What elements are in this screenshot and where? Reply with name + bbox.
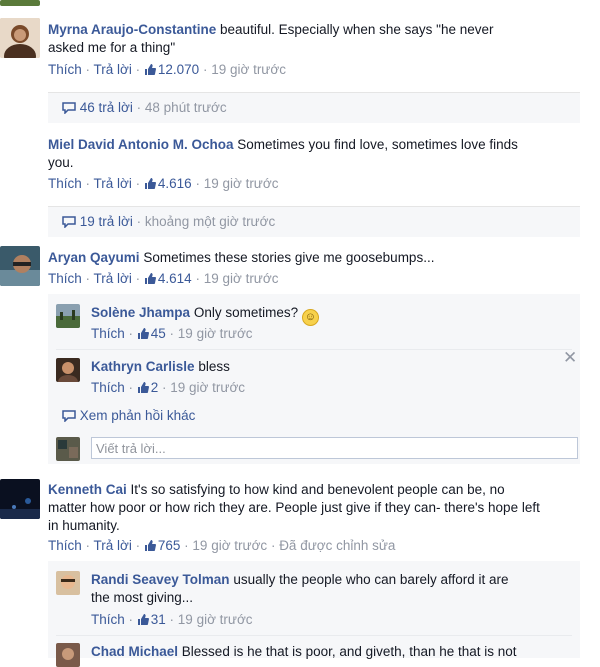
thumbs-up-icon (137, 614, 149, 625)
comment-time[interactable]: 19 giờ trước (192, 538, 267, 553)
avatar-photo-icon (56, 304, 80, 328)
comment-body: Aryan Qayumi Sometimes these stories giv… (48, 249, 568, 267)
reply-author[interactable]: Kathryn Carlisle (91, 359, 195, 374)
comment-actions: Thích · Trả lời · 12.070 · 19 giờ trước (48, 62, 286, 77)
replies-container: Solène Jhampa Only sometimes? ☺ Thích · … (48, 294, 580, 464)
reply-text: bless (198, 359, 230, 374)
avatar[interactable] (56, 571, 80, 595)
avatar-top-cropped (0, 0, 40, 6)
more-replies-link[interactable]: Xem phản hồi khác (62, 408, 195, 423)
reply-link[interactable]: Trả lời (94, 176, 132, 191)
thumbs-up-icon (144, 64, 156, 75)
edited-label[interactable]: Đã được chỉnh sửa (279, 538, 395, 553)
like-link[interactable]: Thích (91, 380, 125, 395)
reply-actions: Thích · 2 · 19 giờ trước (91, 380, 246, 395)
reply-arrow-icon (62, 102, 76, 114)
divider (56, 349, 572, 350)
smile-emoji-icon: ☺ (301, 309, 319, 326)
comment-author[interactable]: Miel David Antonio M. Ochoa (48, 137, 234, 152)
replies-count[interactable]: 19 trả lời (80, 214, 133, 229)
avatar-photo-icon (56, 571, 80, 595)
comment-author[interactable]: Aryan Qayumi (48, 250, 140, 265)
reply-time[interactable]: 19 giờ trước (170, 380, 245, 395)
avatar-photo-icon (56, 643, 80, 667)
avatar-photo-icon (0, 246, 40, 286)
reply-author[interactable]: Chad Michael (91, 644, 178, 659)
comment-actions: Thích · Trả lời · 4.614 · 19 giờ trước (48, 271, 279, 286)
reply-text: Blessed is he that is poor, and giveth, … (181, 644, 517, 659)
thumbs-up-icon (144, 178, 156, 189)
reply-text: usually the people who can barely afford… (233, 572, 509, 587)
view-replies-bar[interactable]: 46 trả lời · 48 phút trước (48, 92, 580, 123)
avatar[interactable] (56, 358, 80, 382)
reply-author[interactable]: Randi Seavey Tolman (91, 572, 230, 587)
comment-text-cont: asked me for a thing" (48, 40, 176, 55)
comment-text: Sometimes these stories give me goosebum… (143, 250, 435, 265)
reply-link[interactable]: Trả lời (94, 271, 132, 286)
reply-time[interactable]: 19 giờ trước (178, 326, 253, 341)
replies-time: 48 phút trước (144, 100, 227, 115)
comment-time[interactable]: 19 giờ trước (204, 176, 279, 191)
like-link[interactable]: Thích (91, 326, 125, 341)
reply-arrow-icon (62, 216, 76, 228)
divider (56, 635, 572, 636)
replies-container: Randi Seavey Tolman usually the people w… (48, 561, 580, 667)
comment-author[interactable]: Myrna Araujo-Constantine (48, 22, 216, 37)
comment-body: Myrna Araujo-Constantine beautiful. Espe… (48, 21, 568, 57)
like-count[interactable]: 2 (137, 380, 158, 395)
avatar[interactable] (0, 479, 40, 519)
comment-actions: Thích · Trả lời · 765 · 19 giờ trước · Đ… (48, 538, 396, 553)
like-count[interactable]: 765 (144, 538, 180, 553)
comment-author[interactable]: Kenneth Cai (48, 482, 127, 497)
reply-time[interactable]: 19 giờ trước (178, 612, 253, 627)
replies-count[interactable]: 46 trả lời (80, 100, 133, 115)
comment-text: beautiful. Especially when she says "he … (220, 22, 494, 37)
avatar[interactable] (56, 643, 80, 667)
like-link[interactable]: Thích (48, 176, 82, 191)
reply-arrow-icon (62, 410, 76, 422)
reply-actions: Thích · 45 · 19 giờ trước (91, 326, 253, 341)
comment-text-cont: you. (48, 155, 74, 170)
reply-text: Only sometimes? (193, 305, 299, 320)
thumbs-up-icon (144, 273, 156, 284)
comment-body: Kenneth Cai It's so satisfying to how ki… (48, 481, 588, 535)
avatar-photo-icon (0, 479, 40, 519)
comment-time[interactable]: 19 giờ trước (204, 271, 279, 286)
like-count[interactable]: 4.616 (144, 176, 192, 191)
comment-text: Sometimes you find love, sometimes love … (237, 137, 518, 152)
like-link[interactable]: Thích (48, 271, 82, 286)
like-count[interactable]: 12.070 (144, 62, 199, 77)
avatar[interactable] (0, 246, 40, 286)
like-count[interactable]: 4.614 (144, 271, 192, 286)
avatar-photo-icon (56, 437, 80, 461)
thumbs-up-icon (137, 382, 149, 393)
avatar[interactable] (56, 304, 80, 328)
comment-body: Miel David Antonio M. Ochoa Sometimes yo… (48, 136, 568, 172)
comment-actions: Thích · Trả lời · 4.616 · 19 giờ trước (48, 176, 279, 191)
reply-input[interactable]: Viết trả lời... (91, 437, 578, 459)
comment-text-cont: in humanity. (48, 518, 120, 533)
comment-text: It's so satisfying to how kind and benev… (130, 482, 505, 497)
close-icon[interactable]: ✕ (563, 349, 577, 366)
comment-text-cont: matter how poor or how rich they are. Pe… (48, 500, 540, 515)
like-link[interactable]: Thích (48, 62, 82, 77)
like-count[interactable]: 45 (137, 326, 166, 341)
comment-time[interactable]: 19 giờ trước (211, 62, 286, 77)
reply-link[interactable]: Trả lời (94, 62, 132, 77)
reply-actions: Thích · 31 · 19 giờ trước (91, 612, 253, 627)
avatar[interactable] (0, 18, 40, 58)
reply-link[interactable]: Trả lời (94, 538, 132, 553)
avatar-photo-icon (56, 358, 80, 382)
thumbs-up-icon (144, 540, 156, 551)
like-link[interactable]: Thích (48, 538, 82, 553)
reply-text-cont: the most giving... (91, 590, 194, 605)
like-link[interactable]: Thích (91, 612, 125, 627)
thumbs-up-icon (137, 328, 149, 339)
view-replies-bar[interactable]: 19 trả lời · khoảng một giờ trước (48, 206, 580, 237)
reply-author[interactable]: Solène Jhampa (91, 305, 190, 320)
avatar-photo-icon (0, 18, 40, 58)
replies-time: khoảng một giờ trước (144, 214, 276, 229)
like-count[interactable]: 31 (137, 612, 166, 627)
avatar (56, 437, 80, 461)
